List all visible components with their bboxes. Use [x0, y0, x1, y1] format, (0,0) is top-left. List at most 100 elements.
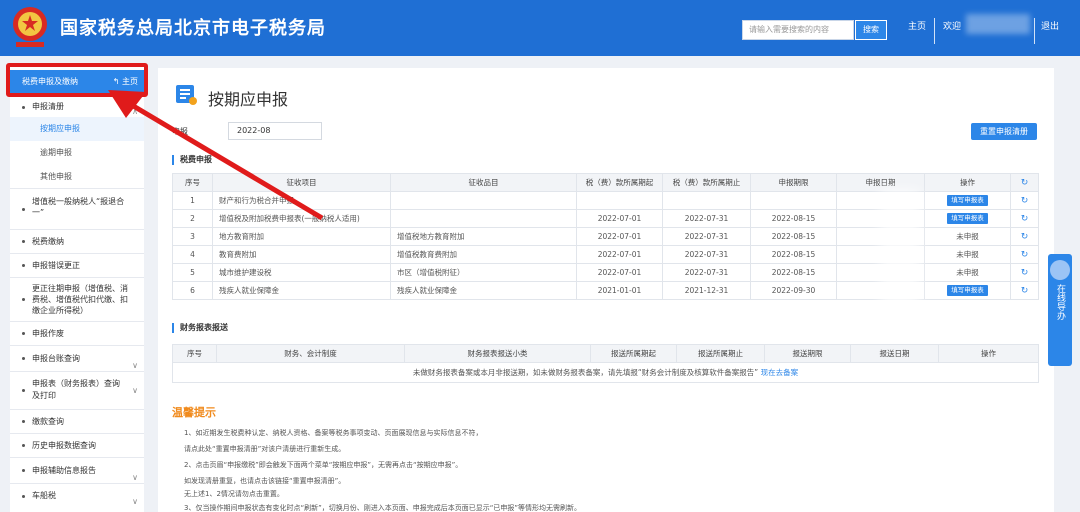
- col-header: 税（费）款所属期止: [662, 173, 751, 192]
- bullet-icon: [22, 240, 25, 243]
- bullet-icon: [22, 469, 25, 472]
- fill-form-button[interactable]: 填写申报表: [947, 285, 988, 296]
- col-header: 操作: [938, 344, 1039, 363]
- empty-text: 未做财务报表备案或本月非报送期，如未做财务报表备案，请先填报“财务会计制度及核算…: [412, 368, 759, 377]
- online-guide-label: 在线导办: [1055, 284, 1065, 320]
- sidebar-item-correct-past[interactable]: 更正往期申报（增值税、消费税、增值税代扣代缴、扣缴企业所得税）: [10, 278, 144, 322]
- refresh-row-icon[interactable]: ↻: [1010, 227, 1039, 246]
- row-deadline: 2022-08-15: [750, 263, 837, 282]
- sidebar-item-label: 历史申报数据查询: [32, 441, 96, 450]
- national-emblem-icon: [13, 7, 47, 47]
- row-no: 6: [172, 281, 213, 300]
- redaction-blur: [880, 190, 920, 310]
- col-header: 征收品目: [390, 173, 577, 192]
- sidebar-sub-other-declaration[interactable]: 其他申报: [10, 165, 144, 189]
- sidebar-item-label: 申报辅助信息报告: [32, 466, 96, 475]
- reset-declaration-list-button[interactable]: 重置申报清册: [971, 123, 1037, 140]
- row-start: 2022-07-01: [576, 209, 663, 228]
- row-start: 2022-07-01: [576, 227, 663, 246]
- row-end: 2021-12-31: [662, 281, 751, 300]
- col-header: 操作: [924, 173, 1011, 192]
- refresh-row-icon[interactable]: ↻: [1010, 191, 1039, 210]
- chevron-down-icon: ∨: [132, 497, 138, 506]
- col-header: 报送期限: [764, 344, 851, 363]
- sidebar-item-label: 更正往期申报（增值税、消费税、增值税代扣代缴、扣缴企业所得税）: [32, 284, 128, 315]
- row-no: 1: [172, 191, 213, 210]
- sidebar-item-tax-payment[interactable]: 税费缴纳: [10, 230, 144, 254]
- period-input[interactable]: 2022-08: [228, 122, 322, 140]
- period-label: 申报: [172, 127, 188, 136]
- logout-link[interactable]: 退出: [1041, 19, 1059, 32]
- col-header: 申报日期: [836, 173, 925, 192]
- tax-table-header: 序号 征收项目 征收品目 税（费）款所属期起 税（费）款所属期止 申报期限 申报…: [172, 173, 1039, 192]
- bullet-icon: [22, 298, 25, 301]
- user-name-redacted: [966, 14, 1030, 34]
- sidebar-item-ledger-query[interactable]: 申报台账查询 ∨: [10, 346, 144, 372]
- go-filing-link[interactable]: 现在去备案: [761, 368, 799, 377]
- sidebar-item-payment-query[interactable]: 缴款查询: [10, 410, 144, 434]
- row-item: 财产和行为税合并申报: [212, 191, 391, 210]
- sidebar-item-report-query-print[interactable]: 申报表（财务报表）查询及打印 ∨: [10, 372, 144, 410]
- row-no: 5: [172, 263, 213, 282]
- refresh-row-icon[interactable]: ↻: [1010, 263, 1039, 282]
- row-no: 3: [172, 227, 213, 246]
- refresh-all-icon[interactable]: ↻: [1010, 173, 1039, 192]
- header-home-link[interactable]: 主页: [908, 19, 926, 32]
- online-guide-widget[interactable]: 在线导办: [1048, 254, 1072, 366]
- sidebar-item-auxiliary-report[interactable]: 申报辅助信息报告 ∨: [10, 458, 144, 484]
- refresh-row-icon[interactable]: ↻: [1010, 281, 1039, 300]
- sidebar-item-void[interactable]: 申报作废: [10, 322, 144, 346]
- sidebar-item-label: 申报错误更正: [32, 261, 80, 270]
- row-op: 填写申报表: [924, 191, 1011, 210]
- col-header: 序号: [172, 173, 213, 192]
- row-sub: [390, 191, 577, 210]
- sidebar-item-vehicle-tax[interactable]: 车船税 ∨: [10, 484, 144, 508]
- row-end: 2022-07-31: [662, 227, 751, 246]
- sidebar: 税费申报及缴纳 ↰ 主页 申报清册 ∧ 按期应申报 逾期申报 其他申报 增值税一…: [10, 64, 144, 512]
- row-end: 2022-07-31: [662, 245, 751, 264]
- col-header: 报送所属期起: [590, 344, 677, 363]
- row-item: 城市维护建设税: [212, 263, 391, 282]
- sidebar-sub-overdue-declaration[interactable]: 逾期申报: [10, 141, 144, 165]
- fill-form-button[interactable]: 填写申报表: [947, 195, 988, 206]
- empty-message: 未做财务报表备案或本月非报送期，如未做财务报表备案，请先填报“财务会计制度及核算…: [172, 362, 1039, 383]
- col-header: 征收项目: [212, 173, 391, 192]
- row-start: 2022-07-01: [576, 263, 663, 282]
- search-input[interactable]: 请输入需要搜索的内容: [742, 20, 854, 40]
- sidebar-item-label: 缴款查询: [32, 417, 64, 426]
- sidebar-item-history-query[interactable]: 历史申报数据查询: [10, 434, 144, 458]
- bullet-icon: [22, 420, 25, 423]
- bullet-icon: [22, 332, 25, 335]
- header-divider: [1034, 18, 1035, 44]
- row-no: 4: [172, 245, 213, 264]
- sidebar-item-vat-refund[interactable]: 增值税一般纳税人“报退合一”: [10, 190, 144, 230]
- header-divider: [934, 18, 935, 44]
- row-start: [576, 191, 663, 210]
- sidebar-item-label: 申报台账查询: [32, 354, 80, 363]
- col-header: 报送所属期止: [676, 344, 765, 363]
- row-sub: 增值税教育费附加: [390, 245, 577, 264]
- bullet-icon: [22, 105, 25, 109]
- fill-form-button[interactable]: 填写申报表: [947, 213, 988, 224]
- refresh-row-icon[interactable]: ↻: [1010, 209, 1039, 228]
- sidebar-item-error-correction[interactable]: 申报错误更正: [10, 254, 144, 278]
- tip-line: 无上述1、2情况请勿点击重置。: [184, 490, 284, 498]
- tip-line: 3、仅当操作期间申报状态有变化时点“刷新”，切换月份、刚进入本页面、申报完成后本…: [184, 504, 581, 512]
- row-deadline: 2022-08-15: [750, 227, 837, 246]
- sidebar-item-label: 税费缴纳: [32, 237, 64, 246]
- declaration-doc-icon: [176, 85, 197, 105]
- refresh-row-icon[interactable]: ↻: [1010, 245, 1039, 264]
- search-button[interactable]: 搜索: [855, 20, 887, 40]
- row-status: 未申报: [924, 227, 1011, 246]
- sidebar-item-label: 申报作废: [32, 329, 64, 338]
- tip-line: 2、点击页眉“申报缴税”即会触发下面两个菜单“按期应申报”，无需再点击“按期应申…: [184, 461, 463, 469]
- sidebar-sub-periodic-declaration[interactable]: 按期应申报: [10, 117, 144, 141]
- empty-row: 未做财务报表备案或本月非报送期，如未做财务报表备案，请先填报“财务会计制度及核算…: [172, 362, 1039, 383]
- row-status: 未申报: [924, 245, 1011, 264]
- bullet-icon: [22, 357, 25, 360]
- tip-line: 如发现清册重复，也请点击该链接“重置申报清册”。: [184, 477, 346, 485]
- assistant-avatar-icon: [1050, 260, 1070, 280]
- row-op: 填写申报表: [924, 209, 1011, 228]
- header-welcome: 欢迎: [943, 22, 962, 32]
- sidebar-item-declaration-list[interactable]: 申报清册 ∧: [10, 96, 144, 118]
